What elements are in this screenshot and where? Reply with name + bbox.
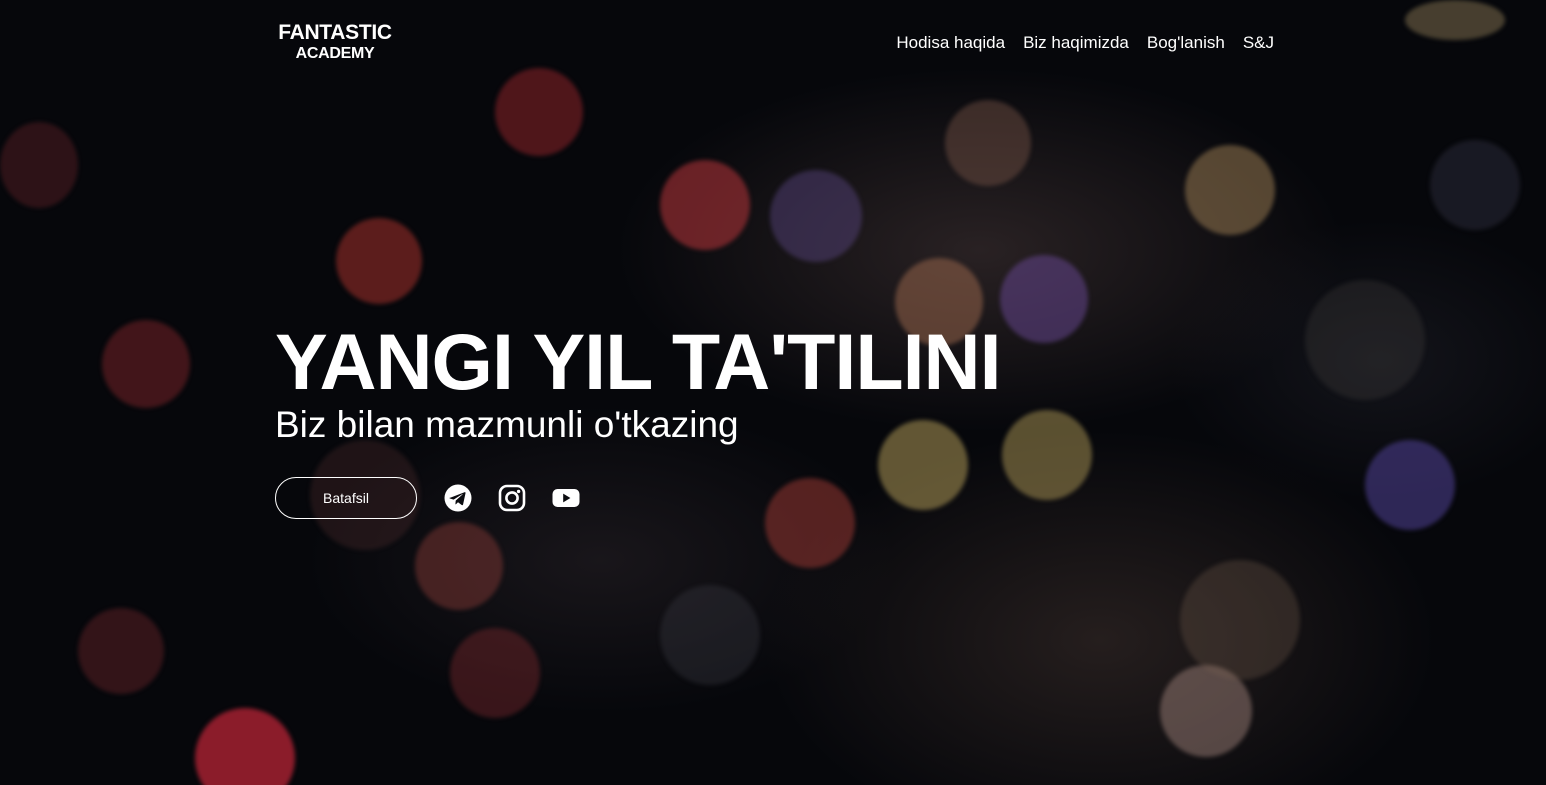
hero-section: FANTASTIC ACADEMY Hodisa haqida Biz haqi… bbox=[0, 0, 1546, 785]
site-header: FANTASTIC ACADEMY Hodisa haqida Biz haqi… bbox=[0, 0, 1546, 90]
telegram-icon[interactable] bbox=[444, 484, 472, 512]
nav-link-sj[interactable]: S&J bbox=[1243, 33, 1274, 53]
hero-actions: Batafsil bbox=[275, 477, 1001, 519]
logo-line-1: FANTASTIC bbox=[278, 21, 392, 44]
youtube-icon[interactable] bbox=[552, 484, 580, 512]
batafsil-button[interactable]: Batafsil bbox=[275, 477, 417, 519]
nav-link-biz-haqimizda[interactable]: Biz haqimizda bbox=[1023, 33, 1129, 53]
nav-link-hodisa-haqida[interactable]: Hodisa haqida bbox=[896, 33, 1005, 53]
hero-title: YANGI YIL TA'TILINI bbox=[275, 317, 1002, 406]
social-links bbox=[444, 484, 580, 512]
main-nav: Hodisa haqida Biz haqimizda Bog'lanish S… bbox=[896, 33, 1274, 53]
hero-content: YANGI YIL TA'TILINI Biz bilan mazmunli o… bbox=[275, 317, 1002, 519]
hero-subtitle: Biz bilan mazmunli o'tkazing bbox=[275, 404, 739, 445]
logo-line-2: ACADEMY bbox=[295, 45, 375, 62]
instagram-icon[interactable] bbox=[498, 484, 526, 512]
logo[interactable]: FANTASTIC ACADEMY bbox=[275, 22, 395, 62]
nav-link-boglanish[interactable]: Bog'lanish bbox=[1147, 33, 1225, 53]
